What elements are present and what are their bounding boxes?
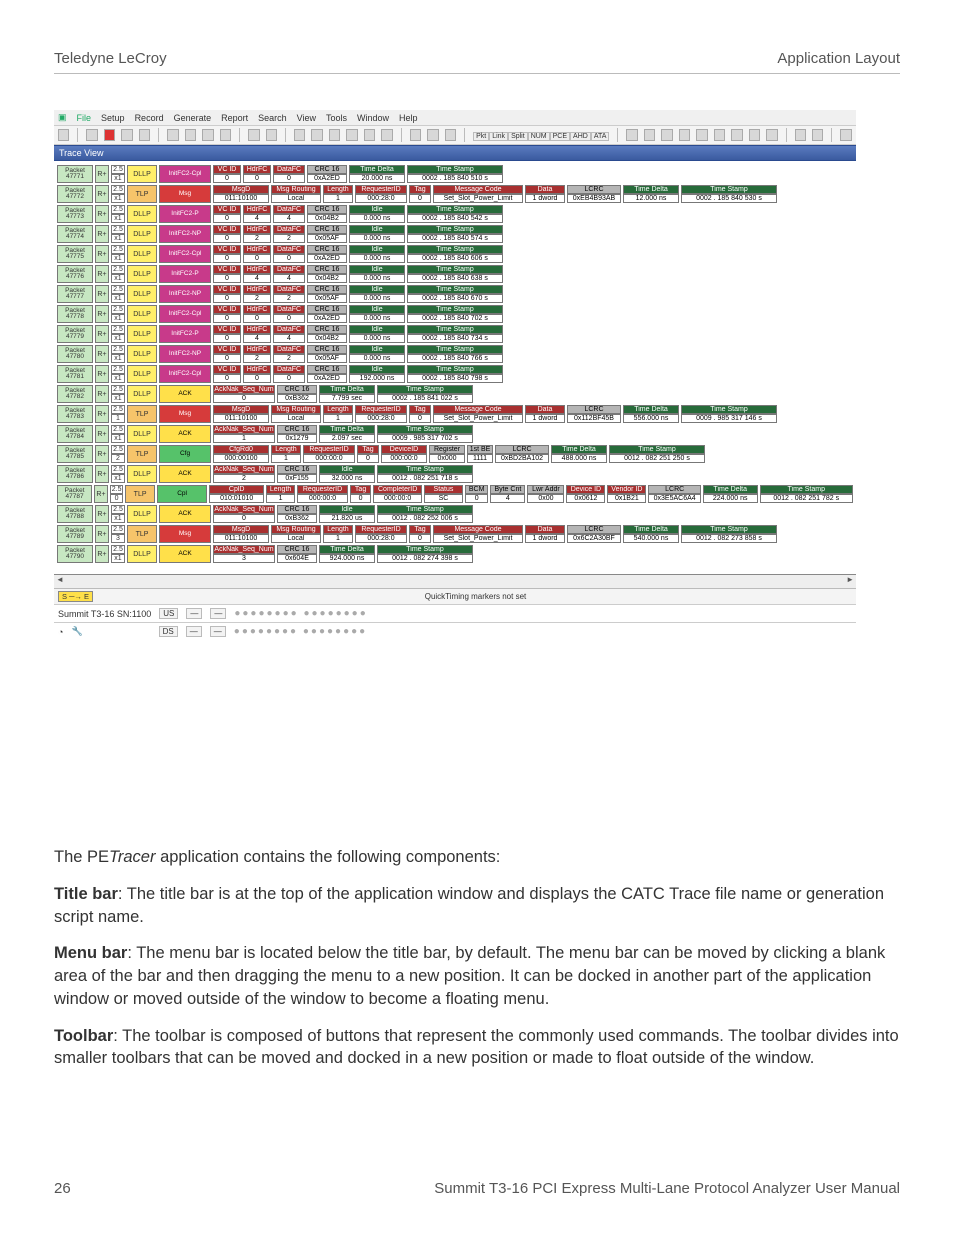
- header-right: Application Layout: [777, 50, 900, 67]
- packet-row[interactable]: Packet47776R+2.5x1DLLPInitFC2-PVC ID0Hdr…: [57, 265, 853, 283]
- toolbar-pkt[interactable]: Pkt: [473, 132, 489, 141]
- search2-icon[interactable]: [311, 129, 322, 141]
- toolbar[interactable]: PktLinkSplitNUMPCEAHDATA: [54, 126, 856, 145]
- packet-row[interactable]: Packet47788 R+ 2.5x1 DLLP ACK AckNak_Seq…: [57, 505, 853, 523]
- menu-bar[interactable]: ▣ File Setup Record Generate Report Search Vie…: [54, 110, 856, 126]
- packet-row[interactable]: Packet47779R+2.5x1DLLPInitFC2-PVC ID0Hdr…: [57, 325, 853, 343]
- status-bar-ds: ◔ 🔧 DS — — ●●●●●●●● ●●●●●●●●: [54, 622, 856, 640]
- nav1-icon[interactable]: [410, 129, 421, 141]
- record-icon[interactable]: [104, 129, 115, 141]
- opt6-icon[interactable]: [714, 129, 725, 141]
- page-number: 26: [54, 1180, 71, 1197]
- lane-leds: ●●●●●●●● ●●●●●●●●: [234, 626, 367, 637]
- opt7-icon[interactable]: [731, 129, 742, 141]
- body-text: The PETracer application contains the fo…: [54, 846, 900, 1070]
- packet-row[interactable]: Packet47782 R+ 2.5x1 DLLP ACK AckNak_Seq…: [57, 385, 853, 403]
- trace-view-header: Trace View: [54, 145, 856, 161]
- menu-generate[interactable]: Generate: [174, 113, 212, 123]
- status-bar-us: Summit T3-16 SN:1100 US — — ●●●●●●●● ●●●…: [54, 604, 856, 622]
- packet-row[interactable]: Packet47774R+2.5x1DLLPInitFC2-NPVC ID0Hd…: [57, 225, 853, 243]
- packet-row[interactable]: Packet47783 R+ 2.51 TLP Msg MsgD011:1010…: [57, 405, 853, 423]
- opt10-icon[interactable]: [795, 129, 806, 141]
- opt3-icon[interactable]: [661, 129, 672, 141]
- menu-search[interactable]: Search: [258, 113, 287, 123]
- menu-report[interactable]: Report: [221, 113, 248, 123]
- lane-leds: ●●●●●●●● ●●●●●●●●: [234, 608, 367, 619]
- menu-record[interactable]: Record: [135, 113, 164, 123]
- packet-row[interactable]: Packet47789 R+ 2.53 TLP Msg MsgD011:1010…: [57, 525, 853, 543]
- packet-row[interactable]: Packet47777R+2.5x1DLLPInitFC2-NPVC ID0Hd…: [57, 285, 853, 303]
- quick-timing-bar: S ─→ E QuickTiming markers not set: [54, 588, 856, 604]
- wrench-icon: 🔧: [71, 626, 82, 637]
- stop-icon[interactable]: [121, 129, 132, 141]
- marker1-icon[interactable]: [329, 129, 340, 141]
- view1-icon[interactable]: [167, 129, 178, 141]
- menu-tools[interactable]: Tools: [326, 113, 347, 123]
- packet-row[interactable]: Packet47790 R+ 2.5x1 DLLP ACK AckNak_Seq…: [57, 545, 853, 563]
- nav3-icon[interactable]: [445, 129, 456, 141]
- packet-row[interactable]: Packet47771R+2.5x1DLLPInitFC2-CplVC ID0H…: [57, 165, 853, 183]
- opt11-icon[interactable]: [812, 129, 823, 141]
- header-left: Teledyne LeCroy: [54, 50, 167, 67]
- open-icon[interactable]: [58, 129, 69, 141]
- opt2-icon[interactable]: [644, 129, 655, 141]
- zoom-in-icon[interactable]: [248, 129, 259, 141]
- toolbar-num[interactable]: NUM: [528, 132, 550, 141]
- packet-row[interactable]: Packet47772 R+ 2.5x1 TLP Msg MsgD011:101…: [57, 185, 853, 203]
- toolbar-pce[interactable]: PCE: [550, 132, 570, 141]
- menu-window[interactable]: Window: [357, 113, 389, 123]
- ds-label: DS: [159, 626, 178, 637]
- view4-icon[interactable]: [220, 129, 231, 141]
- trace-body: Packet47771R+2.5x1DLLPInitFC2-CplVC ID0H…: [54, 161, 856, 574]
- menu-setup[interactable]: Setup: [101, 113, 125, 123]
- se-chip[interactable]: S ─→ E: [58, 591, 93, 602]
- toolbar-split[interactable]: Split: [508, 132, 528, 141]
- page-header: Teledyne LeCroy Application Layout: [54, 50, 900, 74]
- marker2-icon[interactable]: [346, 129, 357, 141]
- generate-icon[interactable]: [139, 129, 150, 141]
- packet-row[interactable]: Packet47785 R+ 2.52 TLP Cfg CfgRd0000:00…: [57, 445, 853, 463]
- zoom-out-icon[interactable]: [266, 129, 277, 141]
- opt9-icon[interactable]: [766, 129, 777, 141]
- marker3-icon[interactable]: [364, 129, 375, 141]
- app-screenshot: ▣ File Setup Record Generate Report Search Vie…: [54, 110, 856, 810]
- menu-help[interactable]: Help: [399, 113, 418, 123]
- opt12-icon[interactable]: [840, 129, 851, 141]
- page-footer: 26 Summit T3-16 PCI Express Multi-Lane P…: [54, 1180, 900, 1197]
- opt5-icon[interactable]: [696, 129, 707, 141]
- packet-row[interactable]: Packet47773R+2.5x1DLLPInitFC2-PVC ID0Hdr…: [57, 205, 853, 223]
- packet-row[interactable]: Packet47778R+2.5x1DLLPInitFC2-CplVC ID0H…: [57, 305, 853, 323]
- toolbar-link[interactable]: Link: [489, 132, 508, 141]
- footer-title: Summit T3-16 PCI Express Multi-Lane Prot…: [434, 1180, 900, 1197]
- menu-view[interactable]: View: [297, 113, 316, 123]
- device-name: Summit T3-16 SN:1100: [58, 609, 151, 619]
- opt1-icon[interactable]: [626, 129, 637, 141]
- marker4-icon[interactable]: [381, 129, 392, 141]
- search-icon[interactable]: [294, 129, 305, 141]
- nav2-icon[interactable]: [427, 129, 438, 141]
- setup-icon[interactable]: [86, 129, 97, 141]
- packet-row[interactable]: Packet47780R+2.5x1DLLPInitFC2-NPVC ID0Hd…: [57, 345, 853, 363]
- menu-file[interactable]: File: [77, 113, 92, 123]
- opt8-icon[interactable]: [749, 129, 760, 141]
- view3-icon[interactable]: [202, 129, 213, 141]
- quick-timing-msg: QuickTiming markers not set: [99, 592, 852, 601]
- clock-icon: ◔: [58, 627, 63, 637]
- app-icon: ▣: [58, 112, 67, 123]
- packet-row[interactable]: Packet47786 R+ 2.5x1 DLLP ACK AckNak_Seq…: [57, 465, 853, 483]
- packet-row[interactable]: Packet47781R+2.5x1DLLPInitFC2-CplVC ID0H…: [57, 365, 853, 383]
- us-label: US: [159, 608, 178, 619]
- toolbar-ahd[interactable]: AHD: [570, 132, 591, 141]
- packet-row[interactable]: Packet47775R+2.5x1DLLPInitFC2-CplVC ID0H…: [57, 245, 853, 263]
- view2-icon[interactable]: [185, 129, 196, 141]
- toolbar-ata[interactable]: ATA: [591, 132, 610, 141]
- packet-row[interactable]: Packet47787 R+ 2.50 TLP Cpl CplD010:0101…: [57, 485, 853, 503]
- packet-row[interactable]: Packet47784 R+ 2.5x1 DLLP ACK AckNak_Seq…: [57, 425, 853, 443]
- horizontal-scrollbar[interactable]: [54, 574, 856, 588]
- opt4-icon[interactable]: [679, 129, 690, 141]
